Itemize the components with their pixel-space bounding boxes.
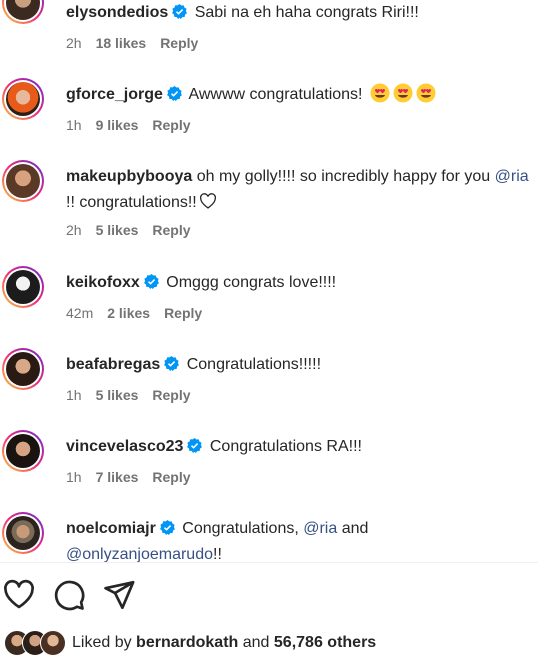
comment-text: Awwww congratulations! [188,86,363,103]
comment-likes[interactable]: 7 likes [96,469,139,485]
reply-button[interactable]: Reply [152,469,190,485]
comment-meta: 1h 5 likes Reply [66,386,205,404]
heart-eyes-emoji-icon [416,83,436,103]
mention-link[interactable]: @ria [303,520,337,537]
comment-time: 1h [66,469,82,485]
comment-text: Sabi na eh haha congrats Riri!!! [194,4,419,21]
mention-link[interactable]: @ria [495,168,529,185]
heart-eyes-emoji-icon [393,83,413,103]
heart-eyes-emoji-icon [370,83,390,103]
comment-meta: 2h 5 likes Reply [66,221,205,239]
comment-likes[interactable]: 18 likes [96,35,147,51]
comment-text: and [341,520,369,537]
others-count[interactable]: 56,786 others [274,634,376,651]
comment-likes[interactable]: 5 likes [96,387,139,403]
divider [0,562,538,563]
reply-button[interactable]: Reply [164,305,202,321]
heart-outline-icon [199,193,216,209]
comment-username[interactable]: keikofoxx [66,274,140,291]
comment-likes[interactable]: 9 likes [96,117,139,133]
verified-badge-icon [159,520,175,535]
heart-outline-icon[interactable] [2,578,36,612]
avatar[interactable] [2,512,44,554]
comment-text: Congratulations RA!!! [209,438,362,455]
comment-username[interactable]: makeupbybooya [66,168,192,185]
reply-button[interactable]: Reply [152,117,190,133]
avatar[interactable] [2,0,44,24]
post-actions [0,578,538,612]
comment-time: 1h [66,117,82,133]
verified-badge-icon [187,438,203,453]
liked-avatars [4,630,70,656]
verified-badge-icon [167,86,182,101]
comment-meta: 2h 18 likes Reply [66,34,212,52]
likes-summary[interactable]: Liked by bernardokath and 56,786 others [4,630,538,656]
comment-text: oh my golly!!!! so incredibly happy for … [196,168,491,185]
comment-username[interactable]: elysondedios [66,4,168,21]
comment-text: !! congratulations!! [66,194,197,211]
avatar [40,630,66,656]
reply-button[interactable]: Reply [152,387,190,403]
comment-meta: 42m 2 likes Reply [66,304,216,322]
verified-badge-icon [164,356,180,371]
avatar[interactable] [2,78,44,120]
share-icon[interactable] [102,578,136,612]
liked-by-username[interactable]: bernardokath [136,634,238,651]
comment-username[interactable]: noelcomiajr [66,520,156,537]
mention-link[interactable]: @onlyzanjoemarudo [66,546,213,563]
comment-icon[interactable] [52,578,86,612]
comment-time: 42m [66,305,94,321]
avatar[interactable] [2,348,44,390]
comment-username[interactable]: vincevelasco23 [66,438,183,455]
reply-button[interactable]: Reply [160,35,198,51]
comment-time: 2h [66,35,82,51]
likes-summary-text: Liked by bernardokath and 56,786 others [72,634,377,651]
avatar[interactable] [2,266,44,308]
avatar[interactable] [2,430,44,472]
comment-time: 1h [66,387,82,403]
comment-likes[interactable]: 2 likes [107,305,150,321]
comment-text: Congratulations, [182,520,299,537]
comment-text: Omggg congrats love!!!! [166,274,337,291]
comment-text: Congratulations!!!!! [186,356,322,373]
reply-button[interactable]: Reply [152,222,190,238]
avatar[interactable] [2,160,44,202]
comment-meta: 1h 9 likes Reply [66,116,205,134]
verified-badge-icon [143,274,159,289]
comment-likes[interactable]: 5 likes [96,222,139,238]
comment-username[interactable]: beafabregas [66,356,160,373]
comment-time: 2h [66,222,82,238]
comment-meta: 1h 7 likes Reply [66,468,205,486]
verified-badge-icon [172,4,188,19]
comment-username[interactable]: gforce_jorge [66,86,163,103]
comment-text: !! [213,546,222,563]
